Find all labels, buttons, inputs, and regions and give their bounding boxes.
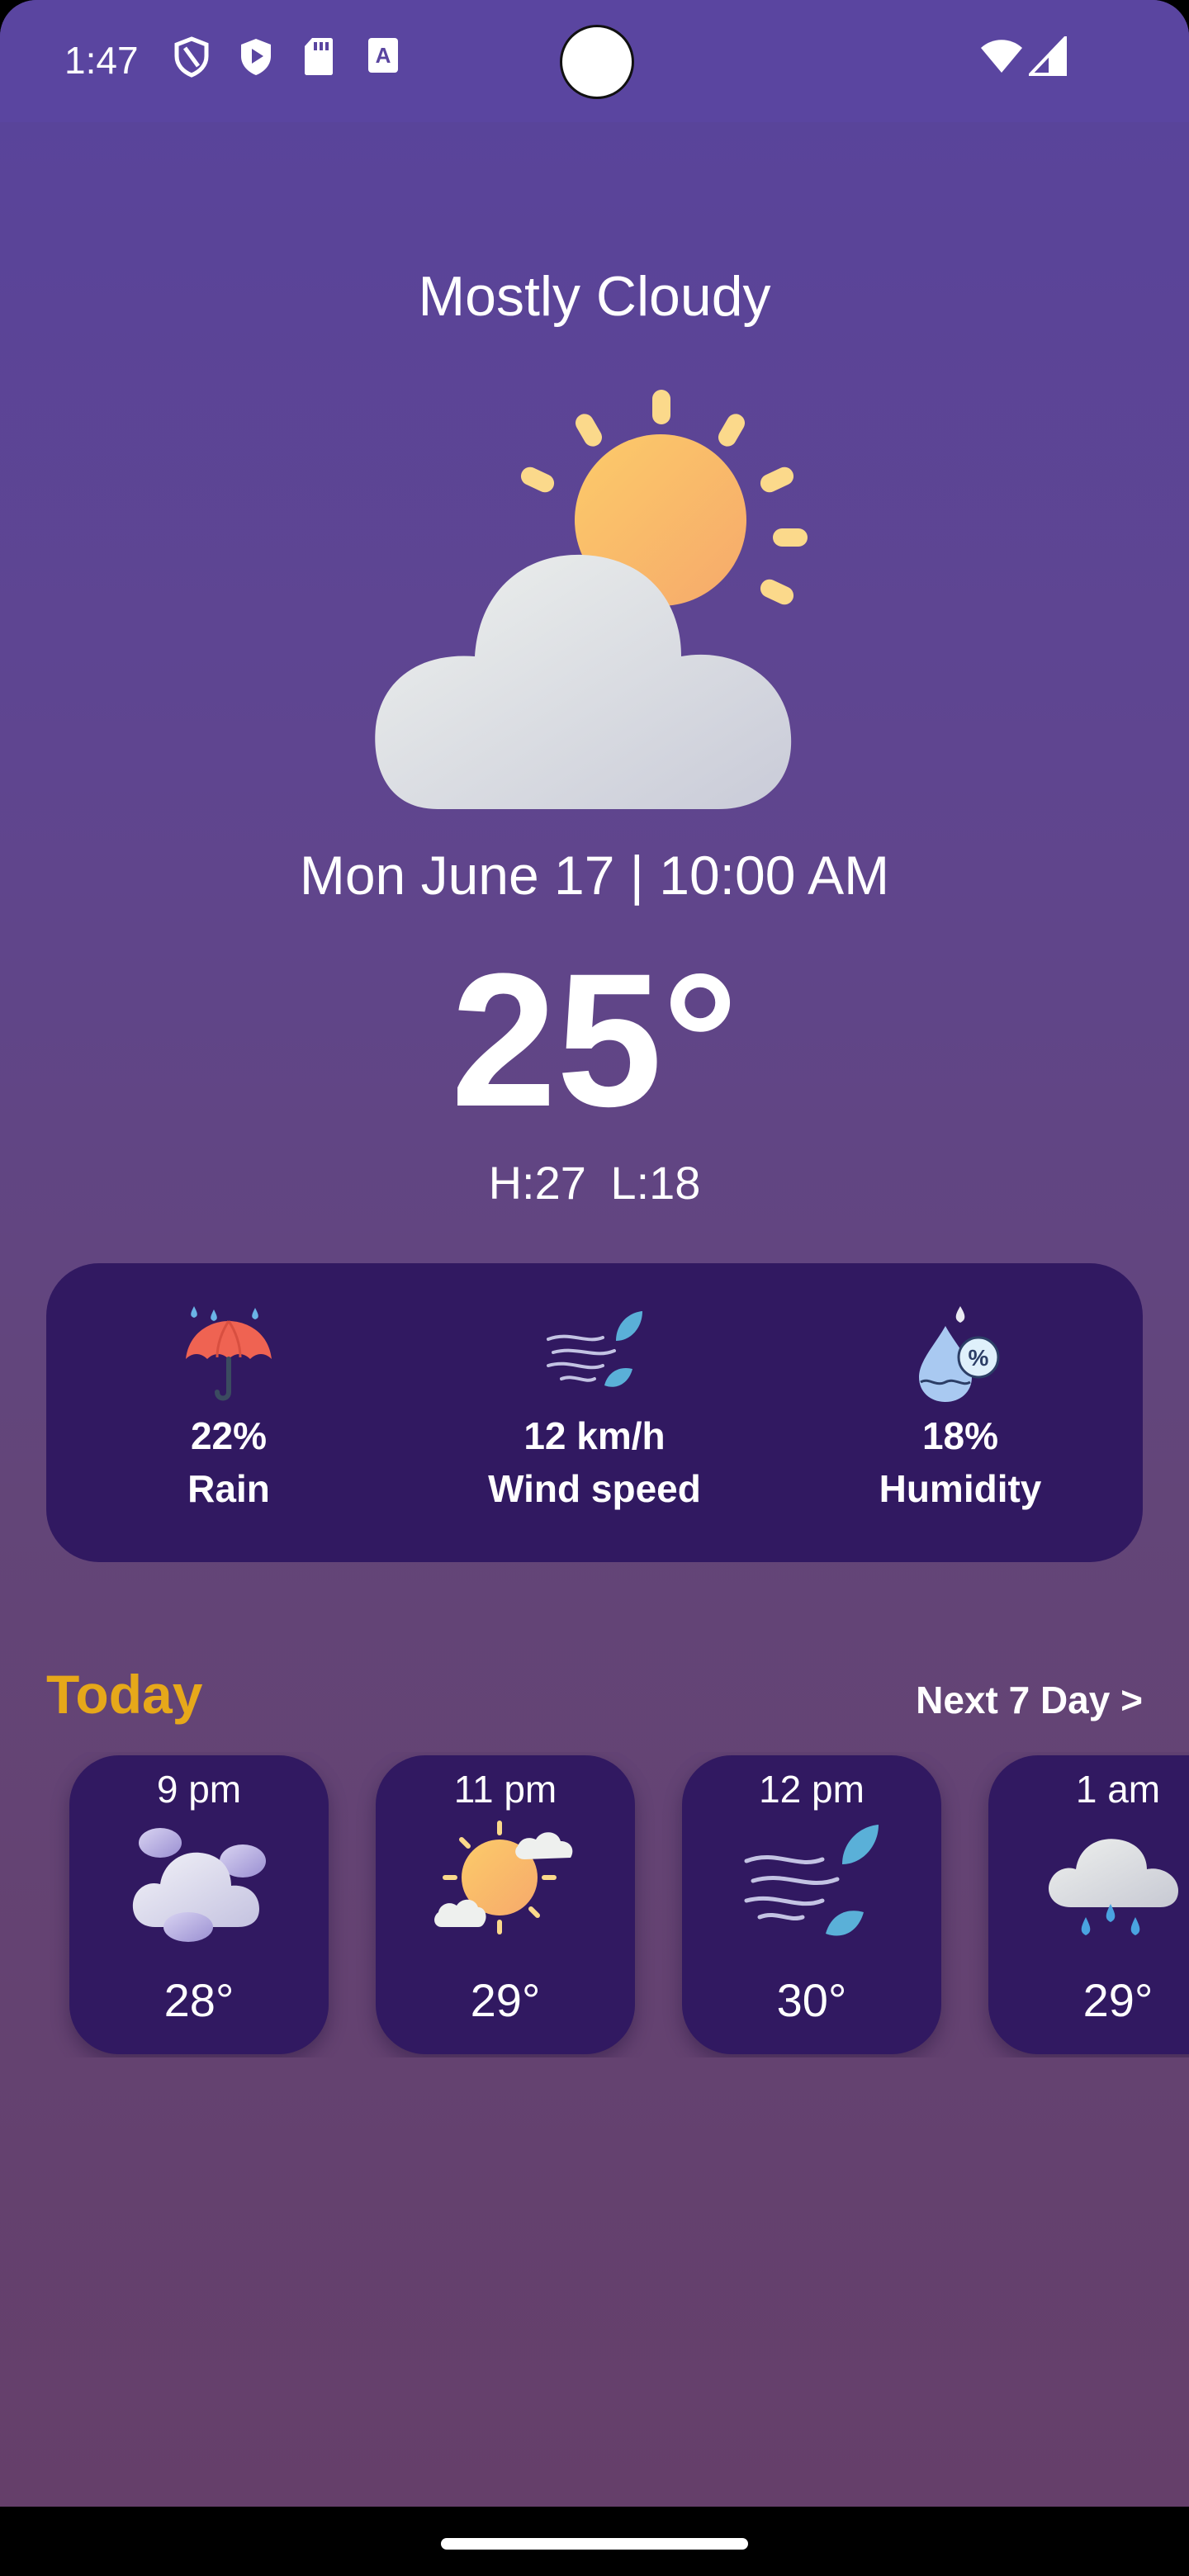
umbrella-rain-icon bbox=[186, 1306, 272, 1401]
hourly-temp: 29° bbox=[470, 1974, 541, 2026]
hourly-time: 1 am bbox=[1075, 1768, 1161, 1811]
hourly-time: 9 pm bbox=[156, 1768, 242, 1811]
today-heading: Today bbox=[46, 1664, 203, 1725]
humidity-label: Humidity bbox=[879, 1467, 1042, 1510]
status-time: 1:47 bbox=[64, 39, 139, 82]
home-gesture-handle[interactable] bbox=[441, 2538, 748, 2550]
wind-leaves-icon bbox=[744, 1825, 879, 1936]
hourly-time: 12 pm bbox=[759, 1768, 865, 1811]
navigation-bar bbox=[0, 2507, 1189, 2576]
humidity-drop-icon: % bbox=[919, 1306, 1000, 1402]
svg-text:A: A bbox=[376, 43, 391, 68]
sd-card-icon bbox=[305, 38, 333, 75]
hourly-card[interactable]: 12 pm 30° bbox=[682, 1755, 941, 2054]
hourly-forecast-list[interactable]: 9 pm 28° 11 pm 29° 12 pm 30° 1 am 29° bbox=[0, 1752, 1189, 2057]
weather-datetime: Mon June 17 | 10:00 AM bbox=[299, 845, 890, 906]
hourly-card[interactable]: 9 pm 28° bbox=[69, 1755, 329, 2054]
weather-condition: Mostly Cloudy bbox=[418, 265, 771, 328]
next-7-day-link[interactable]: Next 7 Day > bbox=[916, 1678, 1143, 1722]
wind-speed-value: 12 km/h bbox=[523, 1414, 666, 1457]
weather-stats-card: 22% Rain 12 km/h Wind speed % 18% Humidi… bbox=[46, 1263, 1143, 1562]
wind-speed-label: Wind speed bbox=[488, 1467, 701, 1510]
status-bar: 1:47 A bbox=[0, 0, 1189, 122]
front-camera bbox=[560, 25, 634, 99]
stat-rain: 22% Rain bbox=[46, 1263, 411, 1562]
hourly-time: 11 pm bbox=[453, 1768, 557, 1811]
rain-value: 22% bbox=[190, 1414, 268, 1457]
hourly-card[interactable]: 11 pm 29° bbox=[376, 1755, 635, 2054]
rain-label: Rain bbox=[187, 1467, 270, 1510]
clouds-icon bbox=[132, 1828, 266, 1942]
wifi-icon bbox=[981, 40, 1022, 73]
cellular-signal-icon bbox=[1029, 36, 1067, 76]
app-screen: 1:47 A Mostly Cloudy Mon June 17 | 10:00… bbox=[0, 0, 1189, 2507]
cloud-sun-icon bbox=[375, 390, 808, 809]
high-low-temperature: H:27 L:18 bbox=[488, 1157, 701, 1209]
shield-play-icon bbox=[241, 39, 271, 75]
hourly-card[interactable]: 1 am 29° bbox=[988, 1755, 1189, 2054]
svg-text:%: % bbox=[969, 1345, 989, 1371]
text-box-icon: A bbox=[368, 38, 398, 73]
stat-humidity: % 18% Humidity bbox=[778, 1263, 1143, 1562]
sun-cloud-icon bbox=[434, 1821, 573, 1934]
wind-leaves-icon bbox=[547, 1311, 642, 1387]
humidity-value: 18% bbox=[921, 1414, 999, 1457]
shield-outline-icon bbox=[174, 36, 209, 78]
current-temperature: 25° bbox=[451, 934, 738, 1146]
hourly-temp: 29° bbox=[1082, 1974, 1153, 2026]
stat-wind-speed: 12 km/h Wind speed bbox=[412, 1263, 777, 1562]
hourly-temp: 30° bbox=[776, 1974, 847, 2026]
rain-cloud-icon bbox=[1049, 1839, 1178, 1935]
hourly-temp: 28° bbox=[163, 1974, 234, 2026]
